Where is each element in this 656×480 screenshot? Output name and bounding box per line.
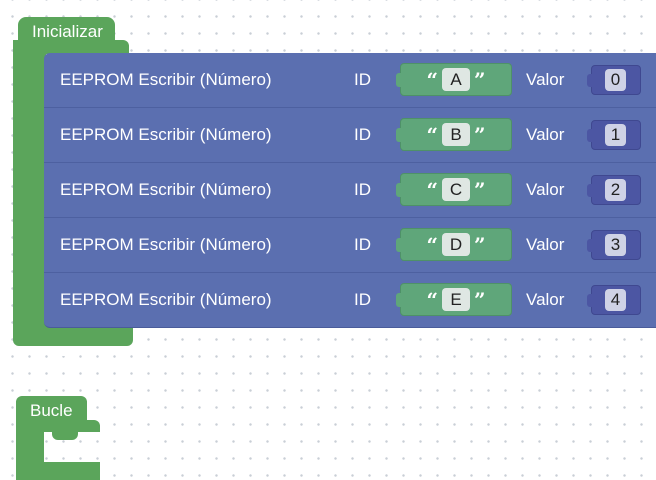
inicializar-block-notch xyxy=(56,346,82,356)
valor-label: Valor xyxy=(526,180,565,199)
inicializar-statement-stack: EEPROM Escribir (Número) ID “ A ” Valor … xyxy=(44,53,656,328)
id-text-block[interactable]: “ A ” xyxy=(396,63,512,96)
valor-number-field[interactable]: 0 xyxy=(605,69,626,91)
bucle-block-bottom[interactable] xyxy=(16,462,100,480)
id-text-field[interactable]: B xyxy=(442,123,470,146)
eeprom-write-block-1[interactable]: EEPROM Escribir (Número) ID “ A ” Valor … xyxy=(44,53,656,108)
id-label: ID xyxy=(354,70,371,89)
eeprom-write-label: EEPROM Escribir (Número) xyxy=(60,180,272,199)
valor-number-block[interactable]: 2 xyxy=(587,175,641,205)
open-quote-icon: “ xyxy=(426,122,438,147)
id-text-field[interactable]: D xyxy=(442,233,470,256)
eeprom-write-block-4[interactable]: EEPROM Escribir (Número) ID “ D ” Valor … xyxy=(44,218,656,273)
valor-number-field[interactable]: 2 xyxy=(605,179,626,201)
id-label: ID xyxy=(354,235,371,254)
id-text-block[interactable]: “ C ” xyxy=(396,173,512,206)
valor-number-field[interactable]: 1 xyxy=(605,124,626,146)
close-quote-icon: ” xyxy=(474,177,486,202)
id-text-block[interactable]: “ B ” xyxy=(396,118,512,151)
blocks-workspace[interactable]: Inicializar EEPROM Escribir (Número) ID … xyxy=(0,0,656,480)
inicializar-block-arm[interactable] xyxy=(13,40,46,332)
close-quote-icon: ” xyxy=(474,232,486,257)
eeprom-write-label: EEPROM Escribir (Número) xyxy=(60,235,272,254)
valor-number-block[interactable]: 3 xyxy=(587,230,641,260)
id-text-block[interactable]: “ E ” xyxy=(396,283,512,316)
valor-number-block[interactable]: 0 xyxy=(587,65,641,95)
valor-label: Valor xyxy=(526,70,565,89)
eeprom-write-label: EEPROM Escribir (Número) xyxy=(60,290,272,309)
eeprom-write-block-2[interactable]: EEPROM Escribir (Número) ID “ B ” Valor … xyxy=(44,108,656,163)
id-text-field[interactable]: E xyxy=(442,288,470,311)
close-quote-icon: ” xyxy=(474,67,486,92)
eeprom-write-block-5[interactable]: EEPROM Escribir (Número) ID “ E ” Valor … xyxy=(44,273,656,328)
valor-number-field[interactable]: 4 xyxy=(605,289,626,311)
valor-number-block[interactable]: 4 xyxy=(587,285,641,315)
open-quote-icon: “ xyxy=(426,67,438,92)
id-label: ID xyxy=(354,125,371,144)
eeprom-write-block-3[interactable]: EEPROM Escribir (Número) ID “ C ” Valor … xyxy=(44,163,656,218)
id-label: ID xyxy=(354,180,371,199)
valor-label: Valor xyxy=(526,290,565,309)
id-text-field[interactable]: C xyxy=(442,178,470,201)
eeprom-write-label: EEPROM Escribir (Número) xyxy=(60,70,272,89)
valor-number-field[interactable]: 3 xyxy=(605,234,626,256)
close-quote-icon: ” xyxy=(474,287,486,312)
id-text-field[interactable]: A xyxy=(442,68,470,91)
id-label: ID xyxy=(354,290,371,309)
open-quote-icon: “ xyxy=(426,287,438,312)
inicializar-block-bottom[interactable] xyxy=(13,326,133,346)
eeprom-write-label: EEPROM Escribir (Número) xyxy=(60,125,272,144)
bucle-block-top-bar[interactable] xyxy=(16,420,100,432)
valor-label: Valor xyxy=(526,235,565,254)
open-quote-icon: “ xyxy=(426,232,438,257)
close-quote-icon: ” xyxy=(474,122,486,147)
id-text-block[interactable]: “ D ” xyxy=(396,228,512,261)
inicializar-block-top-bar[interactable] xyxy=(13,40,129,54)
open-quote-icon: “ xyxy=(426,177,438,202)
valor-number-block[interactable]: 1 xyxy=(587,120,641,150)
valor-label: Valor xyxy=(526,125,565,144)
bucle-block-notch xyxy=(52,432,78,440)
